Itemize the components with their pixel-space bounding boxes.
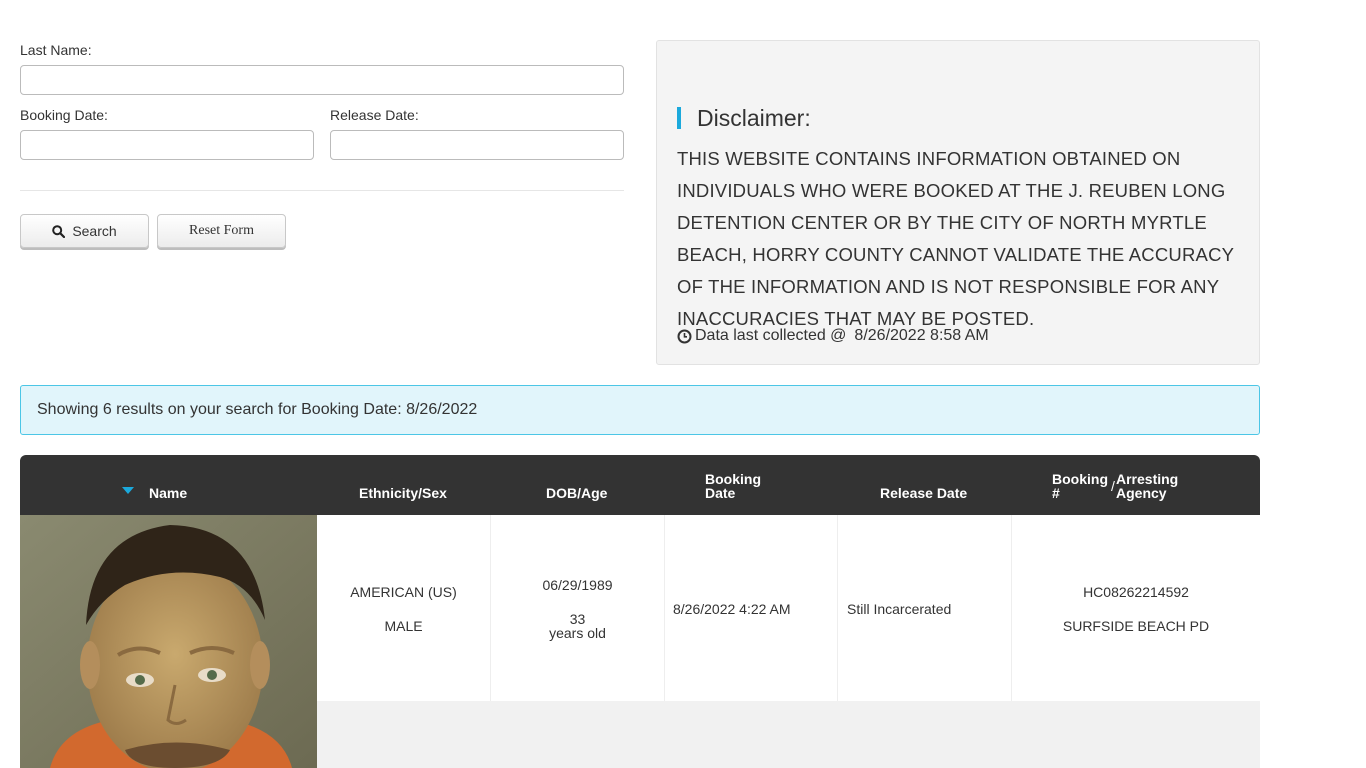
- sort-down-icon[interactable]: [122, 487, 134, 494]
- release-date-input[interactable]: [330, 130, 624, 160]
- cell-booking-agency: HC08262214592 SURFSIDE BEACH PD: [1012, 515, 1260, 701]
- search-icon: [52, 224, 66, 238]
- booking-date-input[interactable]: [20, 130, 314, 160]
- header-dob-age[interactable]: DOB/Age: [546, 486, 607, 500]
- table-row-next: [317, 701, 1260, 768]
- reset-form-button-label: Reset Form: [189, 223, 254, 238]
- search-button-label: Search: [72, 223, 117, 239]
- results-table: Name Ethnicity/Sex DOB/Age Booking Date …: [20, 455, 1260, 768]
- cell-booking-date: 8/26/2022 4:22 AM: [665, 515, 838, 701]
- dob-value: 06/29/1989: [542, 577, 613, 593]
- mugshot-photo[interactable]: [20, 515, 317, 768]
- last-name-label: Last Name:: [20, 42, 92, 58]
- last-name-input[interactable]: [20, 65, 624, 95]
- table-header: Name Ethnicity/Sex DOB/Age Booking Date …: [20, 455, 1260, 515]
- results-alert: Showing 6 results on your search for Boo…: [20, 385, 1260, 435]
- reset-form-button[interactable]: Reset Form: [157, 214, 286, 248]
- arresting-agency-value: SURFSIDE BEACH PD: [1062, 618, 1210, 634]
- age-suffix: years old: [549, 625, 606, 641]
- release-date-value: Still Incarcerated: [847, 601, 952, 617]
- sex-value: MALE: [384, 618, 423, 634]
- booking-date-value: 8/26/2022 4:22 AM: [673, 601, 791, 617]
- header-booking-date[interactable]: Booking Date: [705, 472, 775, 500]
- cell-release-date: Still Incarcerated: [838, 515, 1012, 701]
- disclaimer-panel: Disclaimer: This website contains inform…: [656, 40, 1260, 365]
- release-date-label: Release Date:: [330, 107, 419, 123]
- data-collected-label: Data last collected @: [695, 327, 847, 344]
- cell-dob-age: 06/29/1989 33 years old: [491, 515, 665, 701]
- data-collected-info: Data last collected @ 8/26/2022 8:58 AM: [677, 327, 989, 345]
- disclaimer-heading: Disclaimer:: [677, 107, 811, 130]
- ethnicity-value: AMERICAN (US): [350, 584, 457, 600]
- booking-number-value: HC08262214592: [1083, 584, 1189, 600]
- header-arresting-agency[interactable]: Arresting Agency: [1116, 472, 1191, 500]
- header-booking-number[interactable]: Booking #: [1052, 472, 1112, 500]
- booking-date-label: Booking Date:: [20, 107, 108, 123]
- header-ethnicity-sex[interactable]: Ethnicity/Sex: [359, 486, 447, 500]
- header-separator: /: [1111, 478, 1115, 494]
- header-release-date[interactable]: Release Date: [880, 486, 967, 500]
- data-collected-value: 8/26/2022 8:58 AM: [854, 327, 989, 344]
- search-button[interactable]: Search: [20, 214, 149, 248]
- form-divider: [20, 190, 624, 191]
- disclaimer-text: This website contains information obtain…: [677, 148, 1234, 329]
- results-alert-text: Showing 6 results on your search for Boo…: [37, 401, 478, 418]
- header-name[interactable]: Name: [149, 486, 187, 500]
- clock-icon: [677, 329, 692, 343]
- cell-ethnicity-sex: AMERICAN (US) MALE: [317, 515, 491, 701]
